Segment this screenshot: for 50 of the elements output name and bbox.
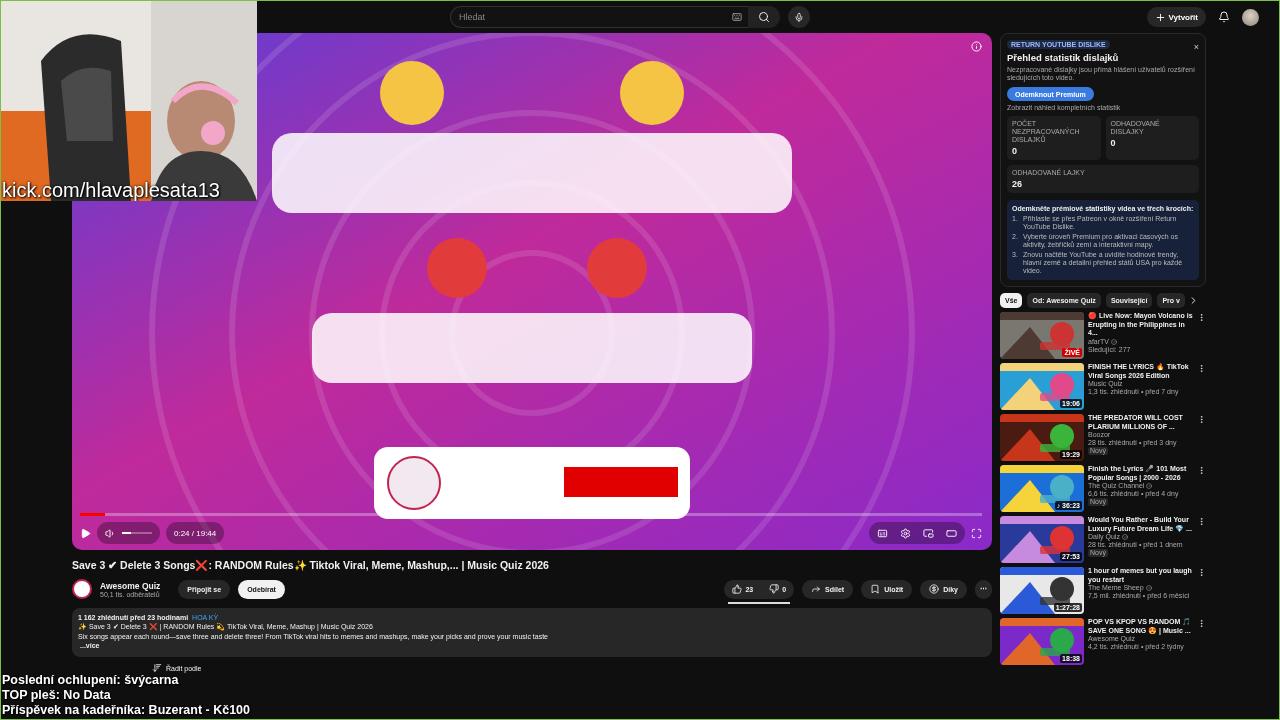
more-icon[interactable] [1197, 415, 1206, 424]
time-display: 0:24 / 19:44 [166, 522, 225, 544]
stat-value: 0 [1110, 138, 1117, 148]
subtitles-icon[interactable] [877, 527, 888, 539]
search-field[interactable]: Hledat [450, 6, 732, 28]
stat-value: 0 [1012, 146, 1018, 156]
overlay-text: Příspěvek na kadeřníka: Buzerant - Kč100 [2, 703, 251, 717]
thumbs-down-icon [769, 584, 780, 594]
close-button[interactable]: × [1193, 42, 1199, 52]
verified-icon [1111, 338, 1117, 345]
create-button[interactable]: Vytvořit [1146, 7, 1206, 27]
channel-name[interactable]: Awesome Quiz [100, 580, 161, 591]
search-button[interactable] [748, 6, 780, 28]
sort-icon[interactable] [152, 663, 162, 673]
verified-icon [1121, 534, 1128, 540]
more-icon[interactable] [1197, 619, 1206, 628]
bookmark-icon [870, 584, 881, 594]
panel-title: Přehled statistik dislajků [1007, 52, 1119, 63]
video-title: Save 3 ✔ Delete 3 Songs❌: RANDOM Rules✨ Tiktok Viral, Meme, Mashup,... | Music Quiz 2026 [72, 558, 550, 572]
plus-icon [1154, 11, 1166, 23]
channel-avatar[interactable] [72, 579, 92, 599]
more-icon[interactable] [1197, 517, 1206, 526]
overlay-text: TOP pleš: No Data [2, 688, 112, 702]
volume-icon[interactable] [105, 527, 116, 539]
description-box[interactable] [72, 608, 992, 657]
verified-icon [1145, 585, 1152, 591]
thumbs-up-icon [732, 584, 743, 594]
more-icon[interactable] [1197, 466, 1206, 475]
microphone-button[interactable] [788, 6, 810, 28]
share-icon [811, 584, 822, 594]
microphone-icon [794, 11, 804, 23]
theater-icon[interactable] [946, 527, 957, 539]
info-icon[interactable] [971, 41, 982, 52]
dollar-icon [929, 584, 940, 594]
keyboard-icon[interactable] [732, 12, 742, 22]
stat-value: 26 [1012, 179, 1023, 189]
avatar[interactable] [1242, 8, 1259, 26]
play-button[interactable] [80, 527, 91, 539]
verified-icon [1146, 483, 1153, 489]
settings-icon[interactable] [900, 527, 911, 539]
more-icon[interactable] [1197, 364, 1206, 373]
volume-control[interactable] [97, 522, 160, 544]
progress-bar[interactable] [80, 513, 982, 516]
more-icon[interactable] [1197, 568, 1206, 577]
more-icon[interactable] [1197, 313, 1206, 322]
fullscreen-icon[interactable] [971, 527, 982, 539]
notifications-icon[interactable] [1218, 11, 1230, 23]
overlay-text: Poslední ochlupení: švýcarna [2, 673, 180, 687]
search-icon [758, 11, 770, 23]
miniplayer-icon[interactable] [923, 527, 934, 539]
